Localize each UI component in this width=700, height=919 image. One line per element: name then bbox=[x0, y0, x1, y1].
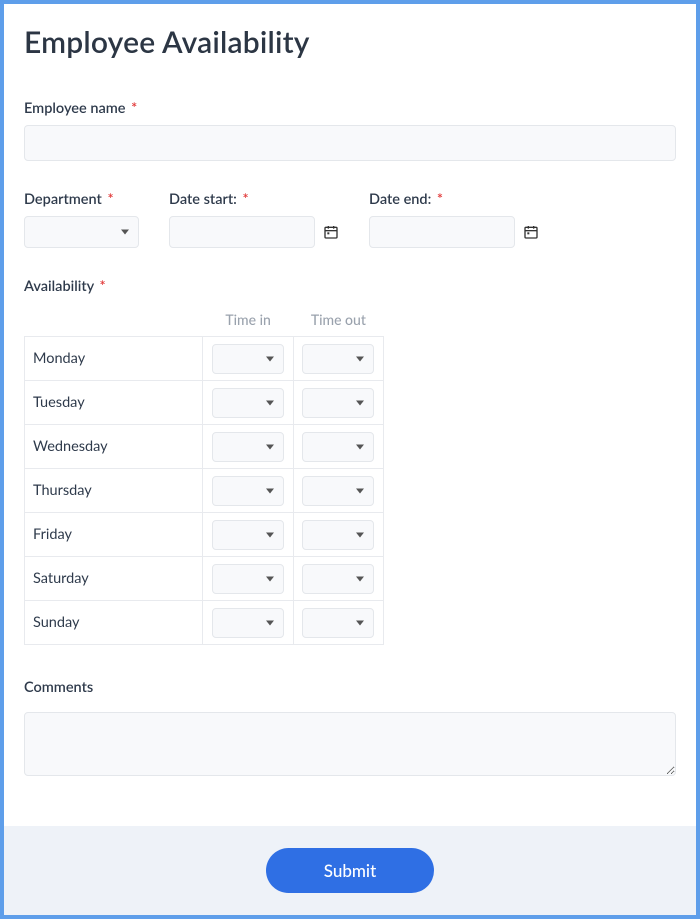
availability-header-row: Time in Time out bbox=[25, 303, 384, 337]
field-date-end: Date end: * bbox=[369, 191, 539, 248]
department-select[interactable] bbox=[24, 216, 139, 248]
required-marker: * bbox=[131, 100, 137, 117]
select-wrap bbox=[212, 388, 284, 418]
select-wrap bbox=[212, 608, 284, 638]
date-start-row bbox=[169, 216, 339, 248]
availability-time-in-select[interactable] bbox=[212, 388, 284, 418]
employee-name-input[interactable] bbox=[24, 125, 676, 161]
select-wrap bbox=[302, 344, 374, 374]
field-date-start: Date start: * bbox=[169, 191, 339, 248]
availability-time-out-cell bbox=[293, 425, 383, 469]
availability-day-cell: Monday bbox=[25, 337, 203, 381]
availability-time-in-cell bbox=[203, 469, 293, 513]
select-wrap bbox=[212, 344, 284, 374]
availability-time-in-cell bbox=[203, 337, 293, 381]
availability-day-cell: Sunday bbox=[25, 601, 203, 645]
availability-day-cell: Wednesday bbox=[25, 425, 203, 469]
availability-time-in-select[interactable] bbox=[212, 608, 284, 638]
availability-time-in-select[interactable] bbox=[212, 476, 284, 506]
submit-button[interactable]: Submit bbox=[266, 848, 434, 893]
date-end-input[interactable] bbox=[369, 216, 515, 248]
calendar-icon[interactable] bbox=[523, 224, 539, 240]
availability-row: Tuesday bbox=[25, 381, 384, 425]
field-availability: Availability * Time in Time out MondayTu… bbox=[24, 278, 676, 645]
select-wrap bbox=[302, 608, 374, 638]
select-wrap bbox=[212, 476, 284, 506]
date-end-label-text: Date end: bbox=[369, 191, 431, 208]
department-select-wrap bbox=[24, 216, 139, 248]
form-frame: Employee Availability Employee name * De… bbox=[0, 0, 700, 919]
availability-row: Saturday bbox=[25, 557, 384, 601]
availability-time-out-select[interactable] bbox=[302, 564, 374, 594]
select-wrap bbox=[212, 432, 284, 462]
department-label: Department * bbox=[24, 191, 139, 208]
page-title: Employee Availability bbox=[24, 24, 676, 60]
availability-time-out-cell bbox=[293, 337, 383, 381]
availability-time-out-cell bbox=[293, 513, 383, 557]
availability-header-time-in: Time in bbox=[203, 303, 293, 337]
employee-name-label: Employee name * bbox=[24, 100, 676, 117]
form-footer: Submit bbox=[4, 826, 696, 915]
availability-time-out-cell bbox=[293, 469, 383, 513]
availability-time-out-select[interactable] bbox=[302, 520, 374, 550]
required-marker: * bbox=[107, 191, 113, 208]
select-wrap bbox=[212, 564, 284, 594]
field-employee-name: Employee name * bbox=[24, 100, 676, 161]
availability-time-in-cell bbox=[203, 557, 293, 601]
select-wrap bbox=[302, 432, 374, 462]
availability-row: Sunday bbox=[25, 601, 384, 645]
availability-time-in-cell bbox=[203, 425, 293, 469]
availability-time-out-select[interactable] bbox=[302, 344, 374, 374]
date-start-label: Date start: * bbox=[169, 191, 339, 208]
availability-time-in-cell bbox=[203, 513, 293, 557]
availability-day-cell: Tuesday bbox=[25, 381, 203, 425]
availability-day-cell: Friday bbox=[25, 513, 203, 557]
availability-time-in-select[interactable] bbox=[212, 564, 284, 594]
availability-label-text: Availability bbox=[24, 278, 94, 295]
date-end-row bbox=[369, 216, 539, 248]
date-start-label-text: Date start: bbox=[169, 191, 237, 208]
availability-label: Availability * bbox=[24, 278, 676, 295]
select-wrap bbox=[302, 476, 374, 506]
required-marker: * bbox=[242, 191, 248, 208]
availability-table: Time in Time out MondayTuesdayWednesdayT… bbox=[24, 303, 384, 645]
select-wrap bbox=[302, 520, 374, 550]
form-body: Employee Availability Employee name * De… bbox=[4, 4, 696, 826]
select-wrap bbox=[302, 564, 374, 594]
availability-time-out-select[interactable] bbox=[302, 388, 374, 418]
availability-time-out-select[interactable] bbox=[302, 608, 374, 638]
availability-row: Friday bbox=[25, 513, 384, 557]
employee-name-label-text: Employee name bbox=[24, 100, 125, 117]
availability-time-out-cell bbox=[293, 557, 383, 601]
comments-textarea[interactable] bbox=[24, 712, 676, 776]
availability-row: Wednesday bbox=[25, 425, 384, 469]
select-wrap bbox=[302, 388, 374, 418]
availability-time-out-cell bbox=[293, 601, 383, 645]
date-end-label: Date end: * bbox=[369, 191, 539, 208]
calendar-icon[interactable] bbox=[323, 224, 339, 240]
required-marker: * bbox=[437, 191, 443, 208]
availability-day-cell: Saturday bbox=[25, 557, 203, 601]
availability-time-in-select[interactable] bbox=[212, 432, 284, 462]
select-wrap bbox=[212, 520, 284, 550]
required-marker: * bbox=[99, 278, 105, 295]
availability-header-time-out: Time out bbox=[293, 303, 383, 337]
availability-time-out-cell bbox=[293, 381, 383, 425]
field-comments: Comments bbox=[24, 679, 676, 780]
row-dept-dates: Department * Date start: * bbox=[24, 191, 676, 248]
date-start-input[interactable] bbox=[169, 216, 315, 248]
availability-time-in-select[interactable] bbox=[212, 344, 284, 374]
availability-time-in-select[interactable] bbox=[212, 520, 284, 550]
availability-time-out-select[interactable] bbox=[302, 432, 374, 462]
availability-header-blank bbox=[25, 303, 203, 337]
field-department: Department * bbox=[24, 191, 139, 248]
availability-row: Monday bbox=[25, 337, 384, 381]
availability-time-in-cell bbox=[203, 601, 293, 645]
availability-day-cell: Thursday bbox=[25, 469, 203, 513]
availability-row: Thursday bbox=[25, 469, 384, 513]
department-label-text: Department bbox=[24, 191, 102, 208]
availability-time-out-select[interactable] bbox=[302, 476, 374, 506]
availability-time-in-cell bbox=[203, 381, 293, 425]
comments-label: Comments bbox=[24, 679, 676, 696]
